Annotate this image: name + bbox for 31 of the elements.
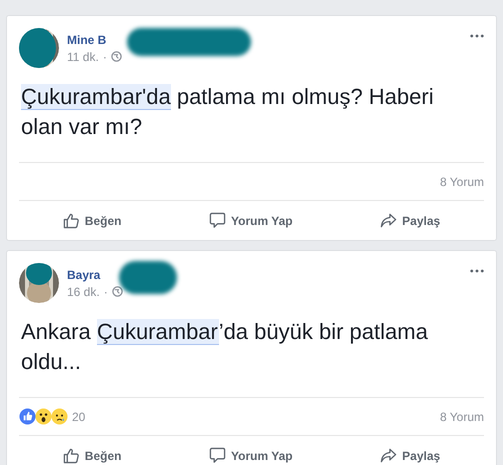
- separator-dot: ·: [104, 284, 108, 298]
- separator-dot: ·: [102, 50, 107, 64]
- comment-button[interactable]: Yorum Yap: [203, 443, 299, 465]
- speech-bubble-icon: [209, 447, 226, 464]
- redaction-mark: [119, 261, 177, 294]
- author-name[interactable]: Bayra: [67, 268, 100, 282]
- post-time[interactable]: 16 dk.: [67, 284, 100, 298]
- post-text: Çukurambar'da patlama mı olmuş? Haberi olan var mı?: [19, 82, 484, 163]
- thumbs-up-icon: [62, 447, 80, 464]
- like-button[interactable]: Beğen: [56, 208, 128, 233]
- like-button[interactable]: Beğen: [56, 443, 128, 465]
- comment-count[interactable]: 8 Yorum: [440, 174, 484, 188]
- sad-reaction-icon[interactable]: [51, 408, 68, 425]
- wow-reaction-icon[interactable]: [35, 408, 52, 425]
- share-arrow-icon: [380, 212, 398, 229]
- comment-button[interactable]: Yorum Yap: [203, 208, 299, 233]
- thumbs-up-icon: [62, 212, 80, 229]
- share-button[interactable]: Paylaş: [374, 443, 446, 465]
- speech-bubble-icon: [209, 212, 226, 229]
- globe-icon: [110, 51, 122, 62]
- globe-icon: [112, 286, 123, 297]
- more-icon[interactable]: [470, 34, 484, 38]
- author-name[interactable]: Mine B: [67, 32, 106, 46]
- more-icon[interactable]: [470, 269, 484, 273]
- like-reaction-icon[interactable]: [19, 408, 36, 425]
- post-time[interactable]: 11 dk.: [67, 50, 99, 64]
- share-arrow-icon: [380, 447, 398, 464]
- post-text: Ankara Çukurambar’da büyük bir patlama oldu...: [19, 317, 484, 398]
- comment-count[interactable]: 8 Yorum: [440, 410, 484, 424]
- reaction-count[interactable]: 20: [72, 410, 86, 424]
- share-button[interactable]: Paylaş: [374, 208, 446, 233]
